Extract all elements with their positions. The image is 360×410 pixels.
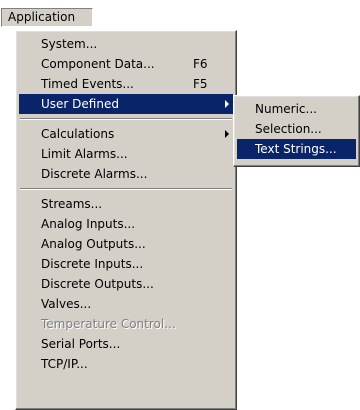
menu-item-user-defined[interactable]: User Defined	[19, 94, 233, 114]
menu-application[interactable]: Application	[1, 8, 93, 27]
menu-item-component-data[interactable]: Component Data... F6	[19, 54, 233, 74]
menu-item-label: Analog Inputs...	[41, 217, 136, 231]
submenu-item-label: Numeric...	[255, 102, 317, 116]
submenu-item-numeric[interactable]: Numeric...	[237, 99, 356, 119]
menu-item-analog-inputs[interactable]: Analog Inputs...	[19, 214, 233, 234]
menu-item-calculations[interactable]: Calculations	[19, 124, 233, 144]
menu-item-label: System...	[41, 37, 98, 51]
menu-item-label: Calculations	[41, 127, 115, 141]
submenu-item-label: Text Strings...	[255, 142, 337, 156]
submenu-item-label: Selection...	[255, 122, 322, 136]
menu-item-discrete-inputs[interactable]: Discrete Inputs...	[19, 254, 233, 274]
submenu-item-selection[interactable]: Selection...	[237, 119, 356, 139]
menu-item-shortcut: F5	[193, 77, 208, 91]
application-menu: System... Component Data... F6 Timed Eve…	[15, 30, 237, 410]
menu-item-analog-outputs[interactable]: Analog Outputs...	[19, 234, 233, 254]
menu-application-label: Application	[8, 10, 76, 24]
menu-item-discrete-outputs[interactable]: Discrete Outputs...	[19, 274, 233, 294]
menu-item-label: Component Data...	[41, 57, 155, 71]
menu-item-label: Streams...	[41, 197, 103, 211]
submenu-arrow-icon	[225, 130, 229, 138]
menu-item-label: Valves...	[41, 297, 92, 311]
menu-item-temperature-control: Temperature Control...	[19, 314, 233, 334]
menu-item-discrete-alarms[interactable]: Discrete Alarms...	[19, 164, 233, 184]
menu-item-limit-alarms[interactable]: Limit Alarms...	[19, 144, 233, 164]
menu-item-shortcut: F6	[193, 57, 208, 71]
user-defined-submenu: Numeric... Selection... Text Strings...	[233, 95, 360, 167]
menu-item-label: Limit Alarms...	[41, 147, 128, 161]
menu-item-label: Timed Events...	[41, 77, 134, 91]
menu-separator	[20, 118, 232, 120]
menu-item-tcp-ip[interactable]: TCP/IP...	[19, 354, 233, 374]
menu-item-label: TCP/IP...	[41, 357, 88, 371]
menu-item-timed-events[interactable]: Timed Events... F5	[19, 74, 233, 94]
menu-item-streams[interactable]: Streams...	[19, 194, 233, 214]
menu-item-label: Serial Ports...	[41, 337, 121, 351]
menu-item-label: Discrete Alarms...	[41, 167, 148, 181]
submenu-item-text-strings[interactable]: Text Strings...	[237, 139, 356, 159]
menu-item-label: Discrete Inputs...	[41, 257, 144, 271]
menu-item-serial-ports[interactable]: Serial Ports...	[19, 334, 233, 354]
menu-separator	[20, 188, 232, 190]
menu-item-valves[interactable]: Valves...	[19, 294, 233, 314]
menu-item-label: Analog Outputs...	[41, 237, 146, 251]
menu-item-label: Temperature Control...	[41, 317, 176, 331]
menu-item-label: Discrete Outputs...	[41, 277, 154, 291]
submenu-arrow-icon	[225, 100, 229, 108]
menu-item-system[interactable]: System...	[19, 34, 233, 54]
menu-item-label: User Defined	[41, 97, 119, 111]
